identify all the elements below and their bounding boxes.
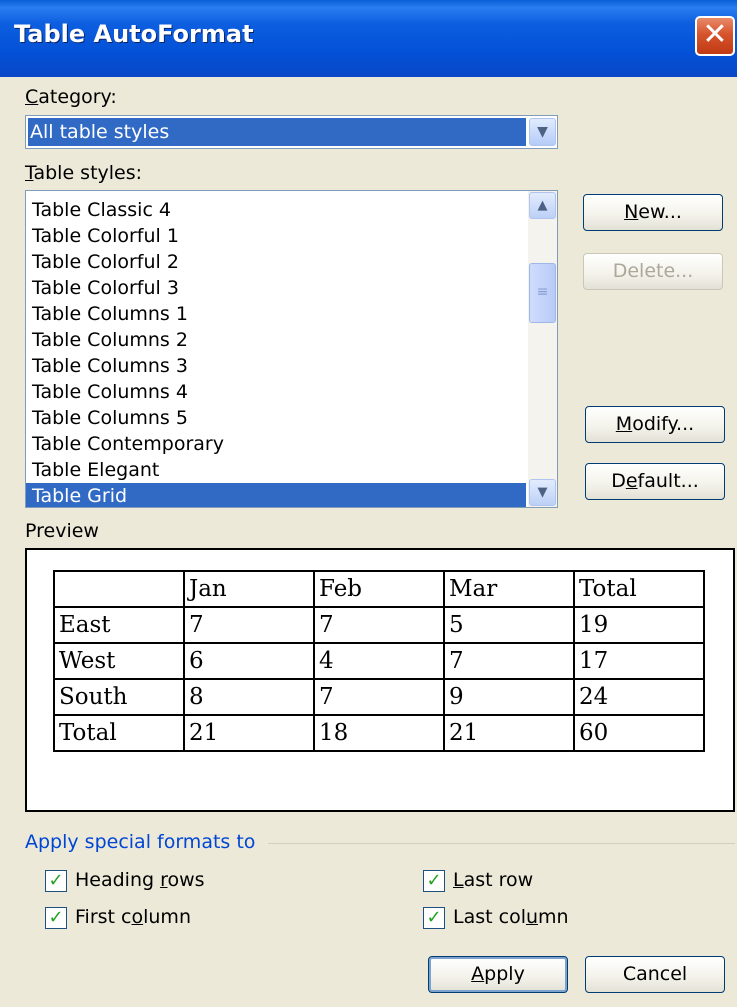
new-button-mnemonic: N — [624, 201, 639, 223]
table-cell: 18 — [313, 714, 445, 752]
last-column-label[interactable]: Last column — [453, 906, 569, 928]
table-cell: 19 — [573, 606, 705, 644]
list-item-table-colorful-3[interactable]: Table Colorful 3 — [26, 275, 526, 301]
heading-rows-label-mnemonic: r — [160, 869, 168, 891]
last-row-label[interactable]: Last row — [453, 869, 533, 891]
table-cell: 4 — [313, 642, 445, 680]
table-cell: 21 — [443, 714, 575, 752]
table-row: West 6 4 7 17 — [53, 642, 705, 680]
close-icon[interactable]: ✕ — [695, 16, 735, 56]
table-row: South 8 7 9 24 — [53, 678, 705, 716]
heading-rows-label-pre: Heading — [75, 869, 161, 891]
list-item-table-columns-4[interactable]: Table Columns 4 — [26, 379, 526, 405]
list-item-table-colorful-1[interactable]: Table Colorful 1 — [26, 223, 526, 249]
table-row: Total 21 18 21 60 — [53, 714, 705, 752]
table-styles-list[interactable]: Table Classic 4 Table Colorful 1 Table C… — [25, 190, 558, 508]
heading-rows-label-post: ows — [167, 869, 205, 891]
table-cell: 6 — [183, 642, 315, 680]
default-button-prefix: D — [611, 470, 626, 492]
category-label-mnemonic: C — [25, 86, 39, 108]
chevron-down-icon[interactable]: ▼ — [529, 118, 556, 146]
last-column-label-mnemonic: u — [525, 906, 539, 928]
table-cell: 7 — [183, 606, 315, 644]
first-column-label-pre: First c — [75, 906, 132, 928]
preview-table: Jan Feb Mar Total East 7 7 5 19 West 6 4… — [53, 570, 705, 752]
default-button[interactable]: Default... — [585, 463, 725, 500]
list-item-table-contemporary[interactable]: Table Contemporary — [26, 431, 526, 457]
table-cell: Feb — [313, 570, 445, 608]
preview-label: Preview — [25, 520, 99, 542]
last-row-checkbox[interactable]: ✓ — [423, 870, 445, 892]
default-button-label: fault... — [637, 470, 699, 492]
apply-button-label: pply — [484, 963, 525, 985]
scroll-thumb[interactable]: ≡ — [529, 263, 556, 323]
last-column-checkbox[interactable]: ✓ — [423, 907, 445, 929]
table-cell: 17 — [573, 642, 705, 680]
delete-button[interactable]: Delete... — [583, 253, 723, 290]
table-cell: South — [53, 678, 185, 716]
table-cell: West — [53, 642, 185, 680]
list-item-table-elegant[interactable]: Table Elegant — [26, 457, 526, 483]
list-item-table-columns-5[interactable]: Table Columns 5 — [26, 405, 526, 431]
heading-rows-label[interactable]: Heading rows — [75, 869, 205, 891]
first-column-label[interactable]: First column — [75, 906, 191, 928]
default-button-mnemonic: e — [625, 470, 638, 492]
category-selected-value: All table styles — [28, 118, 526, 146]
list-item-table-columns-2[interactable]: Table Columns 2 — [26, 327, 526, 353]
modify-button-label: odify... — [632, 413, 695, 435]
table-cell: 8 — [183, 678, 315, 716]
group-divider — [268, 843, 735, 844]
apply-button[interactable]: Apply — [428, 956, 568, 993]
first-column-label-post: lumn — [143, 906, 191, 928]
cancel-button[interactable]: Cancel — [585, 956, 725, 993]
title-bar[interactable]: Table AutoFormat ✕ — [0, 0, 737, 77]
modify-button[interactable]: Modify... — [585, 406, 725, 443]
last-column-label-pre: Last col — [453, 906, 526, 928]
table-cell — [53, 570, 185, 608]
heading-rows-checkbox[interactable]: ✓ — [45, 870, 67, 892]
apply-button-mnemonic: A — [471, 963, 485, 985]
modify-button-mnemonic: M — [615, 413, 633, 435]
table-styles-label: Table styles: — [25, 162, 142, 184]
scroll-down-icon[interactable]: ▼ — [529, 479, 556, 506]
table-row: East 7 7 5 19 — [53, 606, 705, 644]
last-column-label-post: mn — [538, 906, 569, 928]
list-item-table-colorful-2[interactable]: Table Colorful 2 — [26, 249, 526, 275]
new-button-label: ew... — [638, 201, 682, 223]
scroll-up-icon[interactable]: ▲ — [529, 192, 556, 219]
table-cell: Total — [53, 714, 185, 752]
list-item-table-grid-selected[interactable]: Table Grid — [26, 483, 526, 507]
last-row-label-mnemonic: L — [453, 869, 464, 891]
table-cell: 21 — [183, 714, 315, 752]
table-cell: 7 — [313, 678, 445, 716]
category-label: Category: — [25, 86, 117, 108]
table-row: Jan Feb Mar Total — [53, 570, 705, 608]
table-cell: 24 — [573, 678, 705, 716]
category-dropdown[interactable]: All table styles ▼ — [25, 115, 558, 149]
table-styles-label-text: able styles: — [33, 162, 143, 184]
special-formats-group-label: Apply special formats to — [25, 831, 256, 853]
table-cell: Mar — [443, 570, 575, 608]
first-column-checkbox[interactable]: ✓ — [45, 907, 67, 929]
table-cell: 7 — [443, 642, 575, 680]
preview-panel: Jan Feb Mar Total East 7 7 5 19 West 6 4… — [25, 548, 735, 812]
list-item-table-columns-3[interactable]: Table Columns 3 — [26, 353, 526, 379]
dialog-title: Table AutoFormat — [14, 20, 254, 48]
table-cell: 7 — [313, 606, 445, 644]
table-cell: 5 — [443, 606, 575, 644]
table-cell: Total — [573, 570, 705, 608]
last-row-label-post: ast row — [463, 869, 534, 891]
table-cell: Jan — [183, 570, 315, 608]
first-column-label-mnemonic: o — [131, 906, 144, 928]
category-label-text: ategory: — [38, 86, 117, 108]
table-cell: 60 — [573, 714, 705, 752]
list-item-table-classic-4[interactable]: Table Classic 4 — [26, 197, 526, 223]
table-cell: 9 — [443, 678, 575, 716]
new-button[interactable]: New... — [583, 194, 723, 231]
table-cell: East — [53, 606, 185, 644]
list-scrollbar[interactable]: ▲ ≡ ▼ — [528, 191, 557, 507]
list-item-table-columns-1[interactable]: Table Columns 1 — [26, 301, 526, 327]
